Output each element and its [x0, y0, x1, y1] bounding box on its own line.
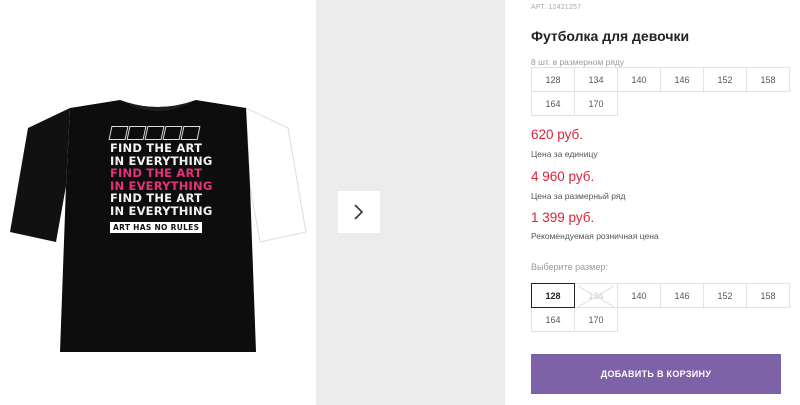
row-price-note: Цена за размерный ряд — [531, 191, 626, 201]
product-gallery: FIND THE ART IN EVERYTHING FIND THE ART … — [0, 0, 505, 405]
product-sku: АРТ. 12421257 — [531, 4, 582, 11]
print-line: IN EVERYTHING — [110, 203, 213, 218]
size-option-164[interactable]: 164 — [531, 307, 575, 332]
size-row-item: 146 — [660, 67, 704, 92]
unit-price-note: Цена за единицу — [531, 149, 598, 159]
product-title: Футболка для девочки — [531, 28, 690, 44]
choose-size-label: Выберите размер: — [531, 262, 608, 272]
size-option-152[interactable]: 152 — [703, 283, 747, 308]
size-option-170[interactable]: 170 — [574, 307, 618, 332]
size-row-item: 134 — [574, 67, 618, 92]
chevron-right-icon — [354, 204, 364, 220]
size-row-label: 8 шт. в размерном ряду — [531, 57, 625, 67]
retail-price: 1 399 руб. — [531, 210, 595, 225]
size-row-item: 152 — [703, 67, 747, 92]
size-option-128[interactable]: 128 — [531, 283, 575, 308]
main-product-photo[interactable]: FIND THE ART IN EVERYTHING FIND THE ART … — [0, 0, 315, 405]
size-row-grid: 128 134 140 146 152 158 164 170 — [531, 67, 790, 116]
size-row-item: 158 — [746, 67, 790, 92]
add-to-cart-button[interactable]: ДОБАВИТЬ В КОРЗИНУ — [531, 354, 781, 394]
size-option-134: 134 — [574, 283, 618, 308]
tshirt-print: FIND THE ART IN EVERYTHING FIND THE ART … — [108, 123, 222, 235]
size-option-158[interactable]: 158 — [746, 283, 790, 308]
size-row-item: 128 — [531, 67, 575, 92]
print-line: FIND THE ART — [110, 191, 203, 205]
print-logo — [108, 123, 222, 140]
print-line: FIND THE ART — [110, 166, 203, 180]
next-photo-button[interactable] — [338, 191, 380, 233]
size-row-item: 170 — [574, 91, 618, 116]
product-info: АРТ. 12421257 Футболка для девочки 8 шт.… — [531, 0, 800, 405]
size-option-140[interactable]: 140 — [617, 283, 661, 308]
size-option-146[interactable]: 146 — [660, 283, 704, 308]
unit-price: 620 руб. — [531, 127, 584, 142]
size-row-item: 140 — [617, 67, 661, 92]
size-picker: 128 134 140 146 152 158 164 170 — [531, 283, 790, 332]
print-tagline: ART HAS NO RULES — [110, 222, 203, 233]
row-price: 4 960 руб. — [531, 169, 595, 184]
size-row-item: 164 — [531, 91, 575, 116]
retail-price-note: Рекомендуемая розничная цена — [531, 231, 659, 241]
print-line: FIND THE ART — [110, 141, 203, 155]
